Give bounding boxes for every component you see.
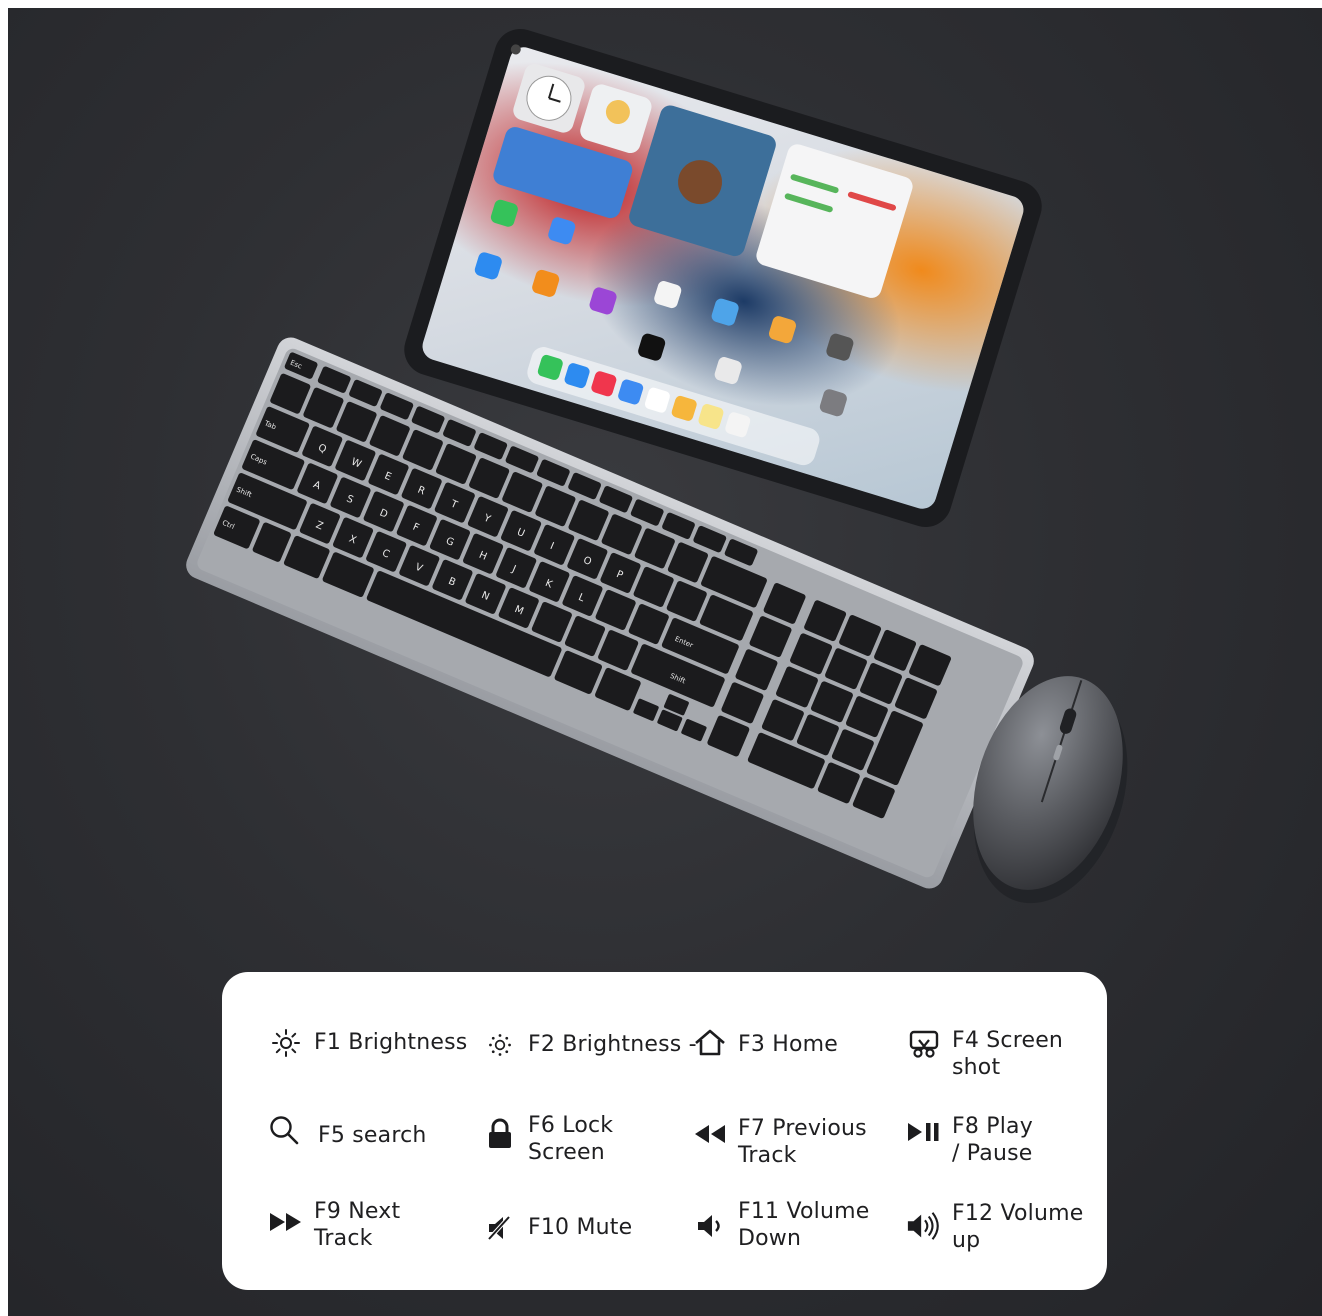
fn-item-f2: F2 Brightness - xyxy=(482,1027,697,1063)
fn-item-f6: F6 Lock Screen xyxy=(482,1110,613,1166)
fn-item-f1: F1 Brightness xyxy=(268,1025,467,1061)
fn-label: F4 Screen shot xyxy=(952,1028,1064,1080)
product-photo: QWE RTY UIO P ASD FGH JKL ZXC VBN M Esc … xyxy=(8,8,1322,1316)
fn-label: F1 Brightness xyxy=(314,1030,468,1055)
fn-item-f9: F9 Next Track xyxy=(268,1199,400,1252)
play-pause-icon xyxy=(906,1114,942,1150)
fn-item-f8: F8 Play / Pause xyxy=(906,1114,1033,1167)
volume-up-icon xyxy=(906,1208,942,1244)
fn-label: F9 Next Track xyxy=(314,1199,401,1251)
next-track-icon xyxy=(268,1204,304,1240)
previous-track-icon xyxy=(692,1116,728,1152)
fn-label: F3 Home xyxy=(738,1032,839,1057)
fn-item-f12: F12 Volume up xyxy=(906,1201,1083,1254)
volume-down-icon xyxy=(692,1208,728,1244)
fn-label: F5 search xyxy=(318,1123,427,1148)
brightness-up-icon xyxy=(268,1025,304,1061)
brightness-down-icon xyxy=(482,1027,518,1063)
fn-item-f7: F7 Previous Track xyxy=(692,1116,867,1169)
fn-label: F10 Mute xyxy=(528,1215,633,1240)
fn-item-f3: F3 Home xyxy=(692,1025,838,1061)
fn-label: F6 Lock Screen xyxy=(528,1113,614,1165)
fn-label: F7 Previous Track xyxy=(738,1116,867,1168)
lock-icon xyxy=(482,1116,518,1152)
fn-label: F11 Volume Down xyxy=(738,1199,870,1251)
fn-item-f11: F11 Volume Down xyxy=(692,1199,869,1252)
fn-label: F8 Play / Pause xyxy=(952,1114,1033,1166)
fn-item-f4: F4 Screen shot xyxy=(906,1026,1063,1081)
home-icon xyxy=(692,1025,728,1061)
fn-item-f10: F10 Mute xyxy=(482,1210,632,1246)
fn-label: F2 Brightness - xyxy=(528,1032,697,1057)
function-key-legend-card: F1 Brightness F2 Brightness - F3 Home F4… xyxy=(222,972,1107,1290)
mute-icon xyxy=(482,1210,518,1246)
screenshot-icon xyxy=(906,1026,942,1062)
fn-item-f5: F5 search xyxy=(266,1112,427,1149)
search-icon xyxy=(266,1112,302,1148)
fn-label: F12 Volume up xyxy=(952,1201,1084,1253)
